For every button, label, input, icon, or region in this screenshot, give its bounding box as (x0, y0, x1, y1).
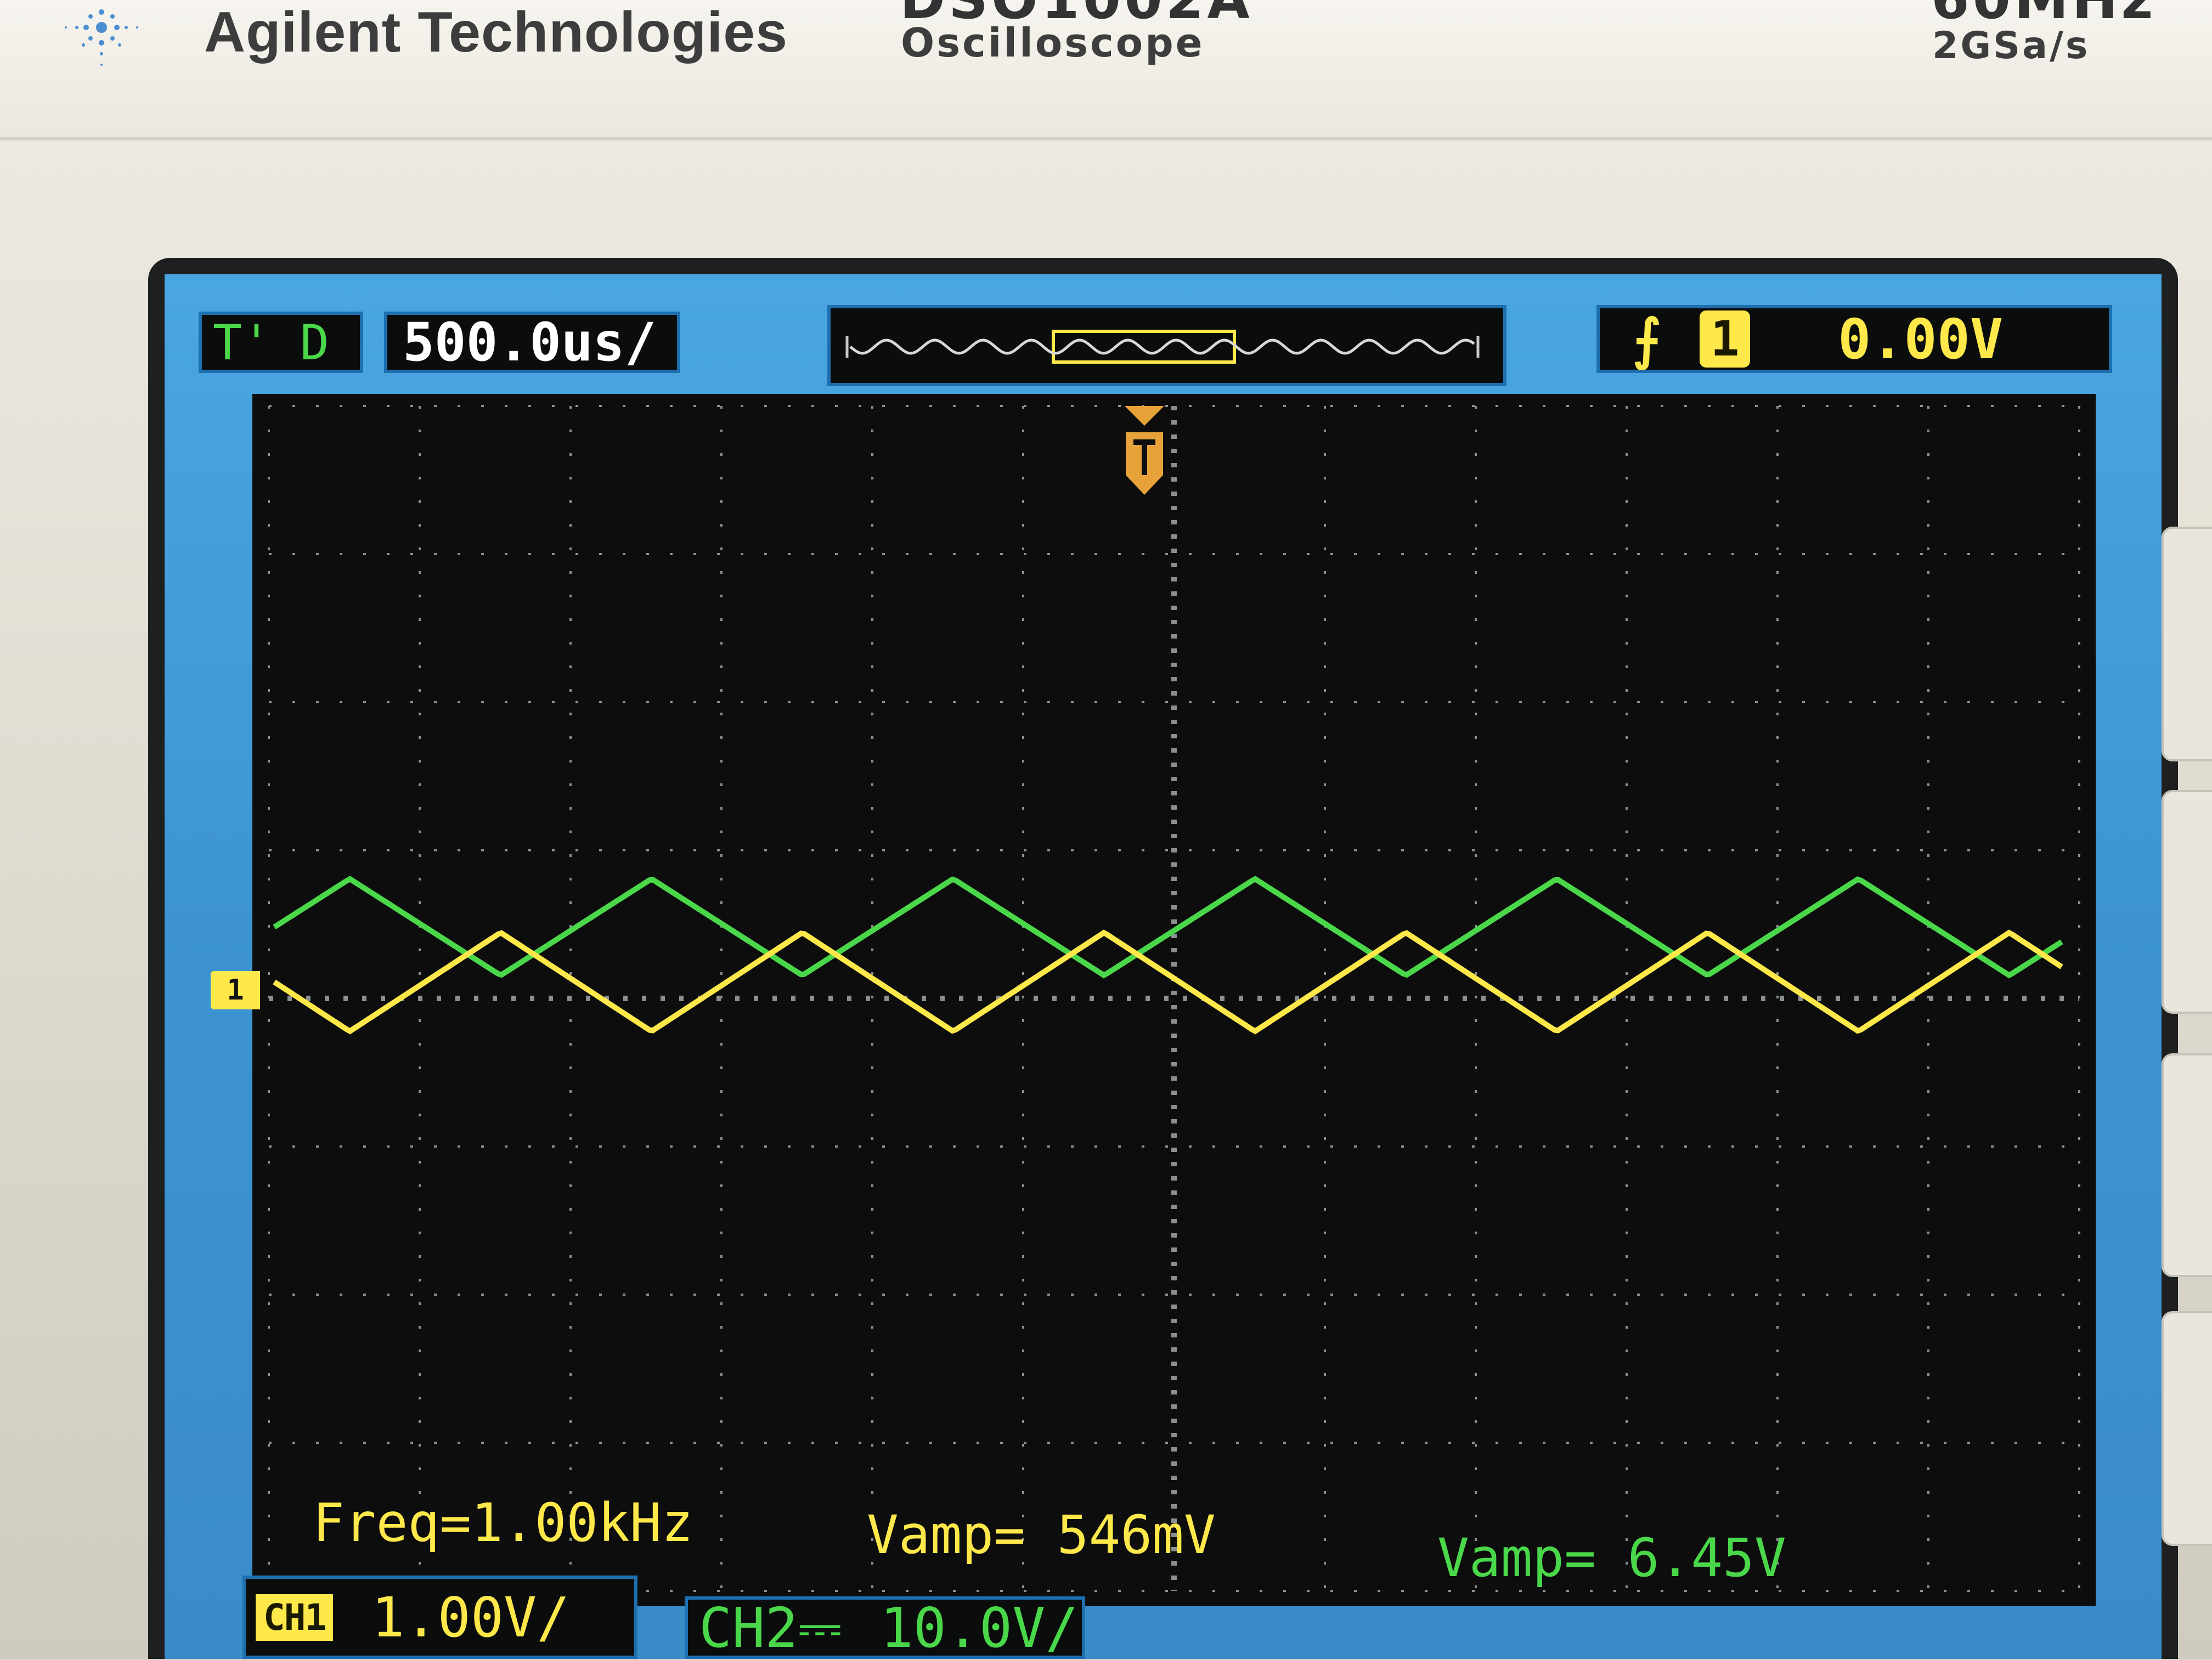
ch2-label: CH2 (699, 1595, 798, 1660)
ch2-scale-readout[interactable]: CH2 ⎓ 10.0V/ (685, 1595, 1085, 1660)
ch1-badge: CH1 (256, 1594, 334, 1641)
waveform-display (268, 405, 2080, 1592)
frequency-measurement: Freq=1.00kHz (313, 1492, 693, 1554)
trigger-position-marker (1125, 406, 1164, 495)
ch1-volts-per-div: 1.00V/ (371, 1585, 570, 1650)
ch2-amplitude-measurement: Vamp= 6.45V (1437, 1527, 1786, 1589)
ch1-ground-marker: 1 (211, 971, 260, 1009)
ch1-amplitude-measurement: Vamp= 546mV (867, 1504, 1216, 1566)
ch2-coupling-icon: ⎓ (798, 1595, 842, 1659)
ch1-scale-readout[interactable]: CH1 1.00V/ (242, 1576, 637, 1659)
ch2-volts-per-div: 10.0V/ (880, 1595, 1079, 1660)
softkey-button-2[interactable] (2162, 790, 2212, 1014)
softkey-button-3[interactable] (2162, 1053, 2212, 1277)
softkey-button-1[interactable] (2162, 527, 2212, 761)
softkey-button-4[interactable] (2162, 1311, 2212, 1546)
waveform-traces (273, 876, 2063, 1035)
